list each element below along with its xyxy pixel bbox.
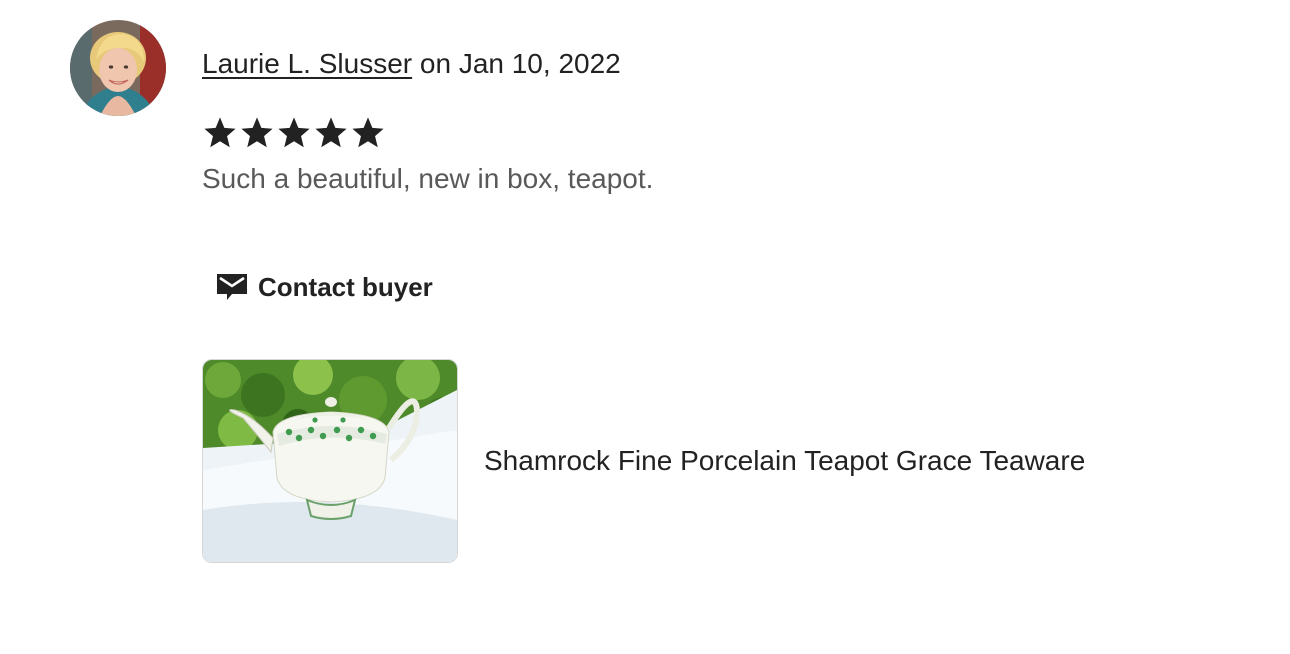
star-icon xyxy=(204,117,236,148)
star-icon xyxy=(315,117,347,148)
avatar-photo xyxy=(70,20,166,116)
listing-thumbnail[interactable] xyxy=(202,359,458,563)
reviewer-avatar[interactable] xyxy=(70,20,166,116)
teapot-photo xyxy=(203,360,457,562)
star-icon xyxy=(241,117,273,148)
review-meta: Laurie L. Slusser on Jan 10, 2022 xyxy=(202,46,621,82)
reviewer-name-link[interactable]: Laurie L. Slusser xyxy=(202,48,412,79)
star-rating xyxy=(202,114,386,152)
review-text: Such a beautiful, new in box, teapot. xyxy=(202,163,654,194)
star-icon xyxy=(352,117,384,148)
review-date: on Jan 10, 2022 xyxy=(419,48,621,79)
purchased-listing[interactable]: Shamrock Fine Porcelain Teapot Grace Tea… xyxy=(202,359,1085,563)
contact-buyer-button[interactable]: Contact buyer xyxy=(202,262,447,312)
star-icon xyxy=(278,117,310,148)
envelope-chat-icon xyxy=(217,274,247,300)
review-card: Laurie L. Slusser on Jan 10, 2022 Such a… xyxy=(0,0,1290,654)
listing-title-link[interactable]: Shamrock Fine Porcelain Teapot Grace Tea… xyxy=(484,443,1085,479)
contact-buyer-label: Contact buyer xyxy=(258,271,433,302)
